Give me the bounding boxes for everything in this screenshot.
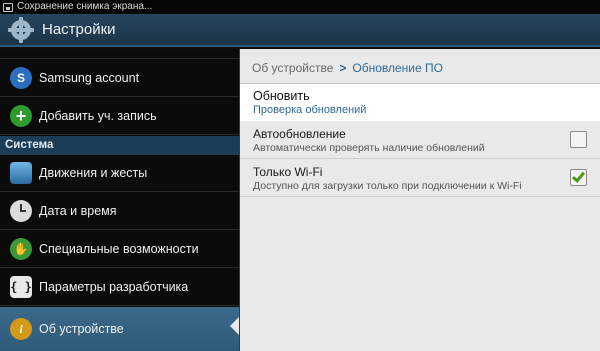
sidebar-item-label: Добавить уч. запись — [39, 109, 157, 123]
sidebar-item-accessibility[interactable]: ✋ Специальные возможности — [0, 231, 239, 268]
sidebar-item-about-device[interactable]: i Об устройстве — [0, 307, 239, 351]
wifi-only-subtitle: Доступно для загрузки только при подключ… — [253, 180, 522, 192]
screenshot-icon — [3, 2, 13, 12]
sidebar-item-samsung-account[interactable]: S Samsung account — [0, 60, 239, 97]
developer-options-icon: { } — [10, 276, 32, 298]
settings-gear-icon[interactable] — [8, 16, 34, 43]
settings-sidebar: S Samsung account + Добавить уч. запись … — [0, 49, 239, 351]
breadcrumb-parent[interactable]: Об устройстве — [252, 61, 333, 75]
section-header-system: Система — [0, 136, 239, 155]
sidebar-item-motion[interactable]: Движения и жесты — [0, 155, 239, 192]
sidebar-item-add-account[interactable]: + Добавить уч. запись — [0, 98, 239, 135]
motion-icon — [10, 162, 32, 184]
auto-update-subtitle: Автоматически проверять наличие обновлен… — [253, 142, 485, 154]
samsung-account-icon: S — [10, 67, 32, 89]
update-title: Обновить — [253, 89, 310, 103]
app-title: Настройки — [42, 21, 116, 38]
auto-update-checkbox[interactable] — [570, 131, 587, 148]
clock-icon — [10, 200, 32, 222]
breadcrumb-current: Обновление ПО — [352, 61, 443, 75]
wifi-only-row[interactable]: Только Wi-Fi Доступно для загрузки тольк… — [240, 159, 600, 197]
accessibility-icon: ✋ — [10, 238, 32, 260]
selection-pointer — [230, 317, 239, 335]
sidebar-item-label: Дата и время — [39, 204, 117, 218]
sidebar-scroll-remnant — [0, 49, 239, 59]
auto-update-title: Автообновление — [253, 127, 346, 141]
sidebar-item-label: Параметры разработчика — [39, 280, 189, 294]
sidebar-item-date-time[interactable]: Дата и время — [0, 193, 239, 230]
sidebar-item-label: Движения и жесты — [39, 166, 148, 180]
add-account-icon: + — [10, 105, 32, 127]
update-now-item[interactable]: Обновить Проверка обновлений — [240, 84, 600, 121]
sidebar-item-label: Об устройстве — [39, 322, 124, 336]
detail-pane: Об устройстве > Обновление ПО Обновить П… — [240, 49, 600, 351]
breadcrumb: Об устройстве > Обновление ПО — [252, 61, 443, 75]
wifi-only-checkbox[interactable] — [570, 169, 587, 186]
status-bar: Сохранение снимка экрана... — [0, 0, 600, 14]
info-icon: i — [10, 318, 32, 340]
sidebar-item-label: Samsung account — [39, 71, 140, 85]
sidebar-item-label: Специальные возможности — [39, 242, 199, 256]
sidebar-item-developer-options[interactable]: { } Параметры разработчика — [0, 269, 239, 306]
breadcrumb-separator-icon: > — [339, 61, 347, 75]
action-bar: Настройки — [0, 14, 600, 47]
update-subtitle: Проверка обновлений — [253, 104, 367, 116]
auto-update-row[interactable]: Автообновление Автоматически проверять н… — [240, 121, 600, 159]
checkmark-icon — [571, 169, 586, 183]
wifi-only-title: Только Wi-Fi — [253, 165, 323, 179]
status-notification: Сохранение снимка экрана... — [17, 1, 153, 12]
